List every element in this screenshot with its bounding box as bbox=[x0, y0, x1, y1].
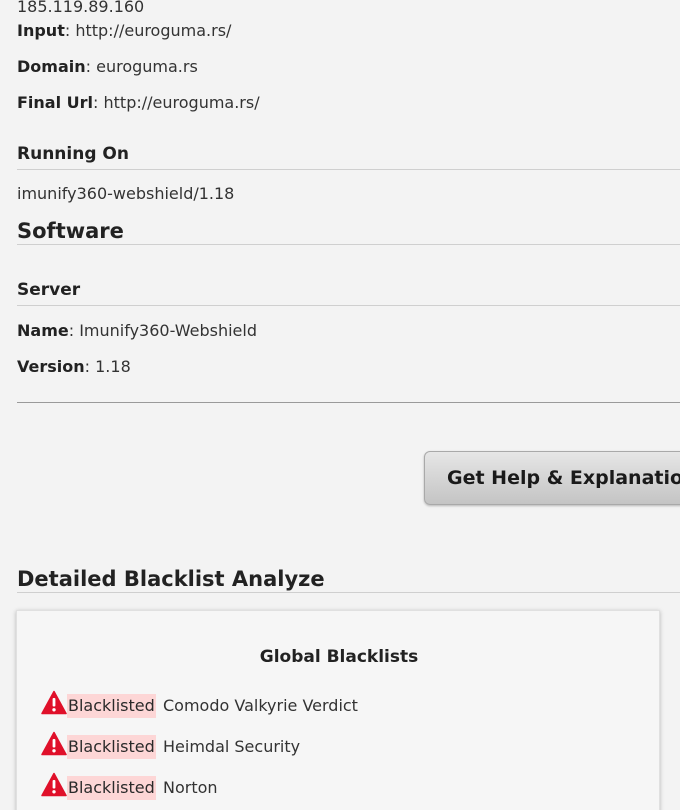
warning-triangle-icon bbox=[41, 731, 67, 756]
server-version-label: Version bbox=[17, 357, 85, 376]
blacklist-name: Comodo Valkyrie Verdict bbox=[163, 696, 358, 715]
warning-triangle-icon bbox=[41, 772, 67, 797]
blacklist-name: Heimdal Security bbox=[163, 737, 301, 756]
server-name-row: Name: Imunify360-Webshield bbox=[17, 321, 257, 340]
input-label: Input bbox=[17, 21, 65, 40]
warning-triangle-icon bbox=[41, 690, 67, 715]
final-url-value: http://euroguma.rs/ bbox=[103, 93, 260, 112]
blacklisted-badge: Blacklisted bbox=[67, 735, 156, 759]
software-heading: Software bbox=[17, 219, 124, 243]
server-version-value: 1.18 bbox=[95, 357, 131, 376]
domain-label: Domain bbox=[17, 57, 86, 76]
running-on-divider bbox=[17, 169, 680, 170]
get-help-button[interactable]: Get Help & Explanation bbox=[424, 451, 680, 505]
running-on-value: imunify360-webshield/1.18 bbox=[17, 184, 235, 203]
running-on-heading: Running On bbox=[17, 144, 129, 164]
ip-address: 185.119.89.160 bbox=[17, 0, 145, 16]
domain-value: euroguma.rs bbox=[96, 57, 198, 76]
server-divider bbox=[17, 305, 680, 306]
server-name-label: Name bbox=[17, 321, 69, 340]
blacklisted-badge: Blacklisted bbox=[67, 776, 156, 800]
server-version-row: Version: 1.18 bbox=[17, 357, 131, 376]
blacklist-heading: Detailed Blacklist Analyze bbox=[17, 567, 325, 591]
global-blacklists-title: Global Blacklists bbox=[259, 647, 419, 667]
final-url-label: Final Url bbox=[17, 93, 94, 112]
server-heading: Server bbox=[17, 280, 81, 300]
section-divider bbox=[17, 402, 680, 403]
server-name-value: Imunify360-Webshield bbox=[79, 321, 257, 340]
software-divider bbox=[17, 244, 680, 245]
blacklist-divider bbox=[17, 592, 680, 593]
blacklisted-badge: Blacklisted bbox=[67, 694, 156, 718]
input-row: Input: http://euroguma.rs/ bbox=[17, 21, 232, 40]
final-url-row: Final Url: http://euroguma.rs/ bbox=[17, 93, 260, 112]
page: 185.119.89.160 Input: http://euroguma.rs… bbox=[0, 0, 680, 810]
input-value: http://euroguma.rs/ bbox=[75, 21, 232, 40]
global-blacklists-card: Global Blacklists Blacklisted Comodo Val… bbox=[16, 610, 660, 810]
blacklist-name: Norton bbox=[163, 778, 218, 797]
domain-row: Domain: euroguma.rs bbox=[17, 57, 198, 76]
